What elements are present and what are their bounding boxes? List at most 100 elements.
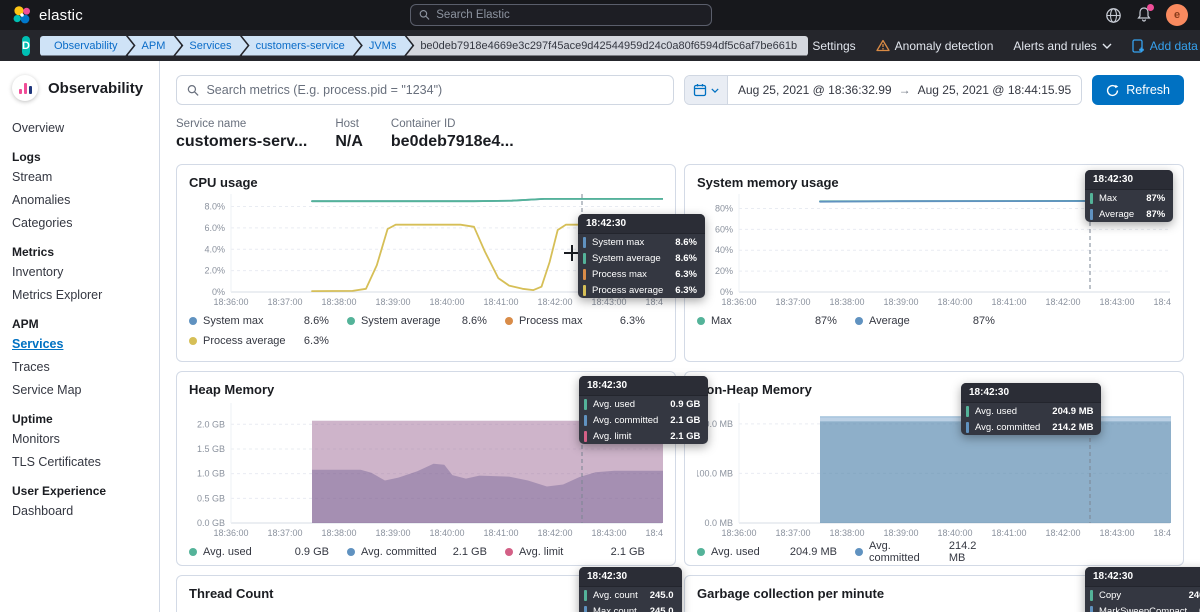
legend-value: 87% xyxy=(973,315,995,327)
svg-text:8.0%: 8.0% xyxy=(204,202,225,212)
legend-item[interactable]: Process average6.3% xyxy=(189,331,347,351)
help-globe-icon[interactable] xyxy=(1105,7,1122,24)
alerts-rules-menu[interactable]: Alerts and rules xyxy=(1013,39,1111,53)
tooltip-row: MarkSweepCompact0 xyxy=(1085,603,1200,612)
legend-item[interactable]: Avg. committed2.1 GB xyxy=(347,542,505,562)
tooltip-label: MarkSweepCompact xyxy=(1099,606,1187,612)
breadcrumb-item[interactable]: Services xyxy=(175,36,247,56)
svg-text:18:42:00: 18:42:00 xyxy=(537,528,572,538)
tooltip-label: Avg. committed xyxy=(975,422,1040,433)
legend-item[interactable]: Process max6.3% xyxy=(505,311,663,331)
tooltip-label: Max xyxy=(1099,193,1117,204)
legend-value: 8.6% xyxy=(304,315,329,327)
warning-icon xyxy=(876,39,890,52)
chart-tooltip: 18:42:30Avg. used0.9 GBAvg. committed2.1… xyxy=(579,376,708,444)
space-badge[interactable]: D xyxy=(22,36,30,56)
anomaly-detection-link[interactable]: Anomaly detection xyxy=(876,39,994,53)
svg-text:18:43:00: 18:43:00 xyxy=(1099,297,1134,307)
newsfeed-bell-icon[interactable] xyxy=(1136,6,1152,25)
sidebar-item-service-map[interactable]: Service Map xyxy=(12,383,159,397)
sidebar-section-metrics: Metrics xyxy=(12,245,159,259)
breadcrumb-item[interactable]: customers-service xyxy=(242,36,361,56)
legend-label: Max xyxy=(711,315,732,327)
svg-text:18:44:00: 18:44:00 xyxy=(1153,297,1171,307)
tooltip-label: Process max xyxy=(592,269,647,280)
legend-item[interactable]: Average 87% xyxy=(855,311,1013,331)
legend-value: 214.2 MB xyxy=(949,540,995,564)
sidebar-item-stream[interactable]: Stream xyxy=(12,170,159,184)
date-range[interactable]: Aug 25, 2021 @ 18:36:32.99 → Aug 25, 202… xyxy=(728,76,1081,104)
date-picker-button[interactable] xyxy=(685,76,728,104)
svg-text:18:36:00: 18:36:00 xyxy=(213,297,248,307)
legend-value: 204.9 MB xyxy=(790,546,837,558)
legend-item[interactable]: System max8.6% xyxy=(189,311,347,331)
breadcrumb-item[interactable]: JVMs xyxy=(355,36,413,56)
svg-text:2.0%: 2.0% xyxy=(204,266,225,276)
sidebar-item-tls-certificates[interactable]: TLS Certificates xyxy=(12,455,159,469)
tooltip-row: System max8.6% xyxy=(578,234,705,250)
sidebar-item-inventory[interactable]: Inventory xyxy=(12,265,159,279)
legend-item[interactable]: Avg. used0.9 GB xyxy=(189,542,347,562)
date-end[interactable]: Aug 25, 2021 @ 18:44:15.95 xyxy=(918,83,1072,97)
sidebar-item-categories[interactable]: Categories xyxy=(12,216,159,230)
panel-sysmem: System memory usage0%20%40%60%80%18:36:0… xyxy=(684,164,1184,362)
global-search-input[interactable] xyxy=(436,9,703,21)
navigation-bar: D ObservabilityAPMServicescustomers-serv… xyxy=(0,30,1200,61)
date-start[interactable]: Aug 25, 2021 @ 18:36:32.99 xyxy=(738,83,892,97)
legend-dot-icon xyxy=(347,548,355,556)
tooltip-label: Avg. count xyxy=(593,590,638,601)
legend-item[interactable]: Max87% xyxy=(697,311,855,331)
global-search[interactable] xyxy=(410,4,712,26)
svg-text:18:41:00: 18:41:00 xyxy=(483,297,518,307)
sidebar-item-overview[interactable]: Overview xyxy=(12,121,159,135)
tooltip-value: 87% xyxy=(1146,209,1165,220)
sidebar-item-metrics-explorer[interactable]: Metrics Explorer xyxy=(12,288,159,302)
svg-text:18:37:00: 18:37:00 xyxy=(775,528,810,538)
panel-heap: Heap Memory0.0 GB0.5 GB1.0 GB1.5 GB2.0 G… xyxy=(176,371,676,566)
settings-link[interactable]: Settings xyxy=(812,39,855,53)
legend-item[interactable]: System average8.6% xyxy=(347,311,505,331)
breadcrumb-item[interactable]: Observability xyxy=(40,36,134,56)
legend-dot-icon xyxy=(697,548,705,556)
svg-text:6.0%: 6.0% xyxy=(204,223,225,233)
metrics-search-input[interactable] xyxy=(206,83,662,97)
legend-dot-icon xyxy=(855,548,863,556)
sidebar-item-dashboard[interactable]: Dashboard xyxy=(12,504,159,518)
tooltip-row: Max87% xyxy=(1085,190,1173,206)
refresh-button[interactable]: Refresh xyxy=(1092,75,1184,105)
legend-label: Average xyxy=(869,315,910,327)
sidebar-item-monitors[interactable]: Monitors xyxy=(12,432,159,446)
panel-gc: Garbage collection per minute18:42:30Cop… xyxy=(684,575,1184,612)
elastic-logo[interactable]: elastic xyxy=(12,5,83,25)
panel-title: CPU usage xyxy=(189,175,663,190)
legend-item[interactable]: Avg. committed214.2 MB xyxy=(855,542,1013,562)
panel-thread: Thread Count18:42:30Avg. count245.0Max c… xyxy=(176,575,676,612)
legend-item[interactable]: Avg. limit2.1 GB xyxy=(505,542,663,562)
tooltip-value: 6.3% xyxy=(675,285,697,296)
svg-text:18:42:00: 18:42:00 xyxy=(1045,297,1080,307)
service-name-field: Service name customers-serv... xyxy=(176,118,307,151)
tooltip-row: Avg. count245.0 xyxy=(579,587,682,603)
sidebar-item-anomalies[interactable]: Anomalies xyxy=(12,193,159,207)
breadcrumb-item[interactable]: APM xyxy=(128,36,182,56)
tooltip-value: 214.2 MB xyxy=(1052,422,1093,433)
tooltip-value: 245.0 xyxy=(650,606,674,612)
add-data-label: Add data xyxy=(1150,39,1198,53)
sidebar-item-traces[interactable]: Traces xyxy=(12,360,159,374)
tooltip-label: Average xyxy=(1099,209,1134,220)
metrics-search[interactable] xyxy=(176,75,674,105)
legend-label: System average xyxy=(361,315,440,327)
tooltip-series-color xyxy=(1090,193,1093,204)
tooltip-series-color xyxy=(1090,590,1093,601)
svg-text:18:39:00: 18:39:00 xyxy=(883,528,918,538)
legend-item[interactable]: Avg. used204.9 MB xyxy=(697,542,855,562)
tooltip-label: Avg. committed xyxy=(593,415,658,426)
add-data-link[interactable]: Add data xyxy=(1132,39,1198,53)
breadcrumb: ObservabilityAPMServicescustomers-servic… xyxy=(40,36,802,56)
svg-text:0%: 0% xyxy=(212,287,225,297)
tooltip-value: 204.9 MB xyxy=(1052,406,1093,417)
sidebar-item-services[interactable]: Services xyxy=(12,337,159,351)
tooltip-time: 18:42:30 xyxy=(1085,170,1173,190)
user-avatar[interactable]: e xyxy=(1166,4,1188,26)
svg-text:18:39:00: 18:39:00 xyxy=(883,297,918,307)
